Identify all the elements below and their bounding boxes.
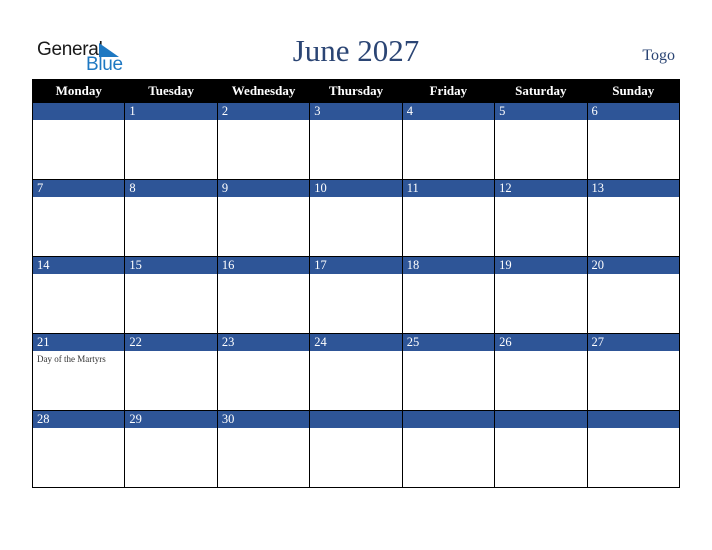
week-row: 28 29 30: [31, 410, 681, 488]
day-cell[interactable]: 17: [309, 256, 403, 334]
day-number: 13: [587, 180, 679, 197]
weekday-header-row: Monday Tuesday Wednesday Thursday Friday Satu…: [31, 79, 681, 103]
day-cell[interactable]: 5: [494, 102, 588, 180]
day-cell[interactable]: 15: [124, 256, 218, 334]
day-number: 15: [125, 257, 217, 274]
day-number: [587, 411, 679, 428]
day-cell[interactable]: [309, 410, 403, 488]
day-number: 28: [33, 411, 125, 428]
day-number: 4: [402, 103, 495, 120]
day-number: 8: [125, 180, 217, 197]
day-cell[interactable]: 30: [216, 410, 311, 488]
day-number: [33, 103, 125, 120]
day-cell[interactable]: 11: [401, 179, 496, 257]
day-cell[interactable]: 1: [124, 102, 218, 180]
day-number: 27: [587, 334, 679, 351]
week-row: 7 8 9 10 11 12 13: [31, 179, 681, 257]
day-number: [310, 411, 402, 428]
weekday-header: Sunday: [586, 79, 681, 103]
day-cell[interactable]: [586, 410, 681, 488]
day-number: 30: [217, 411, 310, 428]
weekday-header: Wednesday: [216, 79, 311, 103]
day-number: 14: [33, 257, 125, 274]
day-number: 22: [125, 334, 217, 351]
day-cell[interactable]: 18: [401, 256, 496, 334]
weekday-header: Friday: [401, 79, 496, 103]
day-number: 1: [125, 103, 217, 120]
day-number: 20: [587, 257, 679, 274]
calendar-grid: Monday Tuesday Wednesday Thursday Friday Satu…: [31, 79, 681, 488]
weekday-header: Thursday: [309, 79, 403, 103]
day-cell[interactable]: 23: [216, 333, 311, 411]
day-cell[interactable]: 6: [586, 102, 681, 180]
day-cell[interactable]: 8: [124, 179, 218, 257]
week-row: 21 Day of the Martyrs 22 23 24 25 26 27: [31, 333, 681, 411]
day-cell[interactable]: 10: [309, 179, 403, 257]
day-number: 26: [495, 334, 587, 351]
day-cell[interactable]: 24: [309, 333, 403, 411]
day-number: 2: [217, 103, 310, 120]
day-cell[interactable]: 13: [586, 179, 681, 257]
day-number: 24: [310, 334, 402, 351]
day-number: 25: [402, 334, 495, 351]
day-cell[interactable]: 29: [124, 410, 218, 488]
day-cell[interactable]: 9: [216, 179, 311, 257]
day-number: 18: [402, 257, 495, 274]
day-cell[interactable]: 25: [401, 333, 496, 411]
weekday-header: Monday: [31, 79, 126, 103]
day-number: 16: [217, 257, 310, 274]
day-cell[interactable]: 26: [494, 333, 588, 411]
day-cell[interactable]: 3: [309, 102, 403, 180]
week-row: 14 15 16 17 18 19 20: [31, 256, 681, 334]
day-cell[interactable]: 27: [586, 333, 681, 411]
day-cell[interactable]: 20: [586, 256, 681, 334]
day-cell[interactable]: 21 Day of the Martyrs: [31, 333, 126, 411]
day-number: 6: [587, 103, 679, 120]
day-number: 11: [402, 180, 495, 197]
day-cell[interactable]: [494, 410, 588, 488]
day-number: 7: [33, 180, 125, 197]
day-number: 23: [217, 334, 310, 351]
page-title: June 2027: [292, 33, 420, 68]
day-cell[interactable]: 22: [124, 333, 218, 411]
day-number: [495, 411, 587, 428]
day-cell[interactable]: 19: [494, 256, 588, 334]
day-number: 17: [310, 257, 402, 274]
day-number: 9: [217, 180, 310, 197]
weekday-header: Tuesday: [124, 79, 218, 103]
day-cell[interactable]: 2: [216, 102, 311, 180]
day-cell[interactable]: 4: [401, 102, 496, 180]
day-cell[interactable]: 14: [31, 256, 126, 334]
day-number: 19: [495, 257, 587, 274]
day-number: 21: [33, 334, 125, 351]
weekday-header: Saturday: [494, 79, 588, 103]
holiday-label: Day of the Martyrs: [37, 354, 106, 364]
day-cell[interactable]: 28: [31, 410, 126, 488]
day-cell[interactable]: [31, 102, 126, 180]
day-number: 3: [310, 103, 402, 120]
day-cell[interactable]: 16: [216, 256, 311, 334]
day-number: [402, 411, 495, 428]
day-number: 12: [495, 180, 587, 197]
day-cell[interactable]: [401, 410, 496, 488]
week-row: 123456: [31, 102, 681, 180]
day-number: 10: [310, 180, 402, 197]
day-number: 29: [125, 411, 217, 428]
country-label: Togo: [642, 47, 675, 64]
day-cell[interactable]: 7: [31, 179, 126, 257]
day-number: 5: [495, 103, 587, 120]
day-cell[interactable]: 12: [494, 179, 588, 257]
